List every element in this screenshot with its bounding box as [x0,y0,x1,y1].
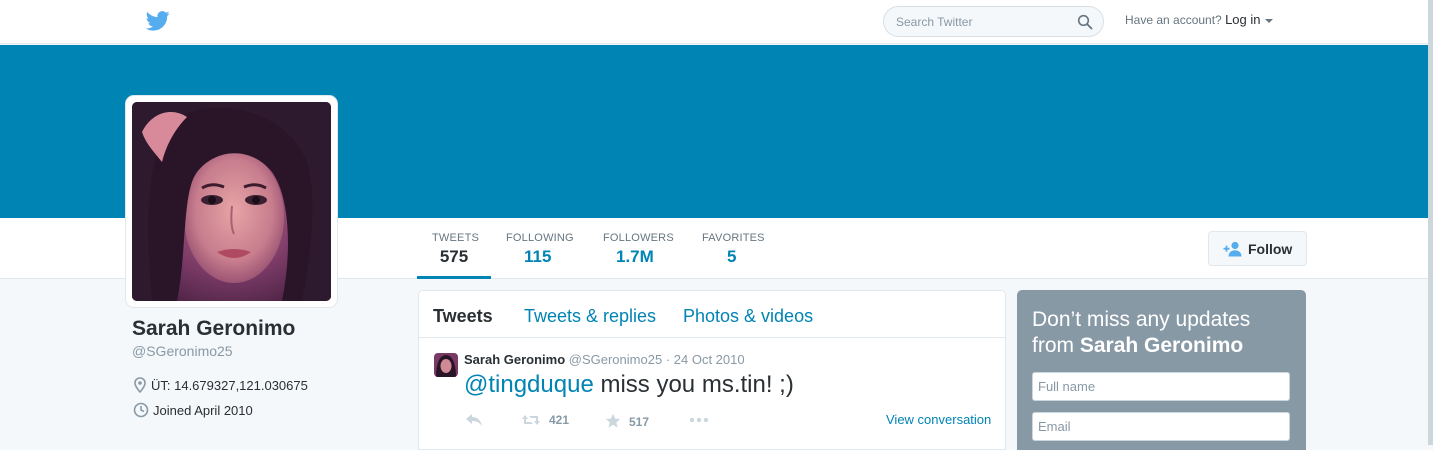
avatar-photo [132,102,331,301]
tab-tweets-and-replies[interactable]: Tweets & replies [524,306,656,327]
clock-icon [133,402,149,418]
scrollbar-track[interactable] [1428,0,1433,445]
add-person-icon [1223,241,1242,257]
timeline: Tweets Tweets & replies Photos & videos … [418,290,1006,450]
account-prompt: Have an account? Log in [1125,12,1273,27]
follow-button[interactable]: Follow [1208,231,1307,266]
stat-value: 115 [524,247,552,266]
stat-value: 1.7M [616,247,654,266]
account-prompt-text: Have an account? [1125,13,1222,27]
stat-favorites[interactable]: FAVORITES 5 [702,218,765,279]
favorite-count: 517 [629,415,650,429]
profile-joined: Joined April 2010 [133,402,253,418]
favorite-action[interactable]: 517 [605,413,649,429]
search-icon[interactable] [1077,14,1093,30]
full-name-field[interactable] [1032,372,1290,401]
profile-location: ÜT: 14.679327,121.030675 [133,377,308,394]
retweet-count: 421 [549,413,570,427]
tweet-text: @tingduque miss you ms.tin! ;) [464,371,794,399]
signup-title: Don’t miss any updates from Sarah Geroni… [1032,307,1292,359]
tab-tweets[interactable]: Tweets [433,306,493,327]
tweet-header: Sarah Geronimo @SGeronimo25 · 24 Oct 201… [464,352,745,367]
search-box[interactable] [883,6,1104,37]
profile-avatar[interactable] [126,96,337,307]
more-action[interactable] [688,413,710,427]
stat-label: FOLLOWERS [603,232,674,244]
reply-icon [466,414,482,426]
joined-text: Joined April 2010 [153,403,253,418]
profile-handle: @SGeronimo25 [132,343,233,359]
twitter-bird-icon[interactable] [146,10,170,32]
timeline-tabs: Tweets Tweets & replies Photos & videos [419,291,1005,338]
tweet-author-name[interactable]: Sarah Geronimo [464,352,565,367]
chevron-down-icon[interactable] [1264,18,1273,23]
more-dots-icon [689,417,709,423]
tweet-avatar[interactable] [434,353,458,377]
stat-label: FOLLOWING [506,232,574,244]
tweet-author-handle[interactable]: @SGeronimo25 [569,352,662,367]
stat-label: TWEETS [432,232,480,244]
retweet-icon [522,415,540,425]
stat-following[interactable]: FOLLOWING 115 [506,218,574,279]
tweet-separator: · [665,352,671,367]
signup-title-name: Sarah Geronimo [1079,334,1244,357]
tab-photos-and-videos[interactable]: Photos & videos [683,306,813,327]
email-field[interactable] [1032,412,1290,441]
reply-action[interactable] [464,413,484,427]
stat-tweets[interactable]: TWEETS 575 [417,218,491,279]
profile-name: Sarah Geronimo [132,317,296,340]
tweet-avatar-image [434,353,458,377]
follow-button-label: Follow [1248,241,1293,257]
search-input[interactable] [896,13,1076,31]
retweet-action[interactable]: 421 [521,413,569,427]
stat-followers[interactable]: FOLLOWERS 1.7M [603,218,674,279]
view-conversation-link[interactable]: View conversation [886,412,991,427]
tweet-mention-link[interactable]: @tingduque [464,371,594,398]
stat-value: 5 [727,247,737,266]
signup-module: Don’t miss any updates from Sarah Geroni… [1017,290,1306,450]
login-link[interactable]: Log in [1225,12,1260,27]
map-pin-icon [134,377,146,394]
stat-label: FAVORITES [702,232,765,244]
tweet-body: miss you ms.tin! ;) [593,371,794,398]
stat-value: 575 [439,247,469,266]
location-text: ÜT: 14.679327,121.030675 [151,378,308,393]
star-icon [605,413,621,428]
tweet-date[interactable]: 24 Oct 2010 [674,352,745,367]
avatar-image [132,102,331,301]
top-navigation: Have an account? Log in [0,0,1433,44]
